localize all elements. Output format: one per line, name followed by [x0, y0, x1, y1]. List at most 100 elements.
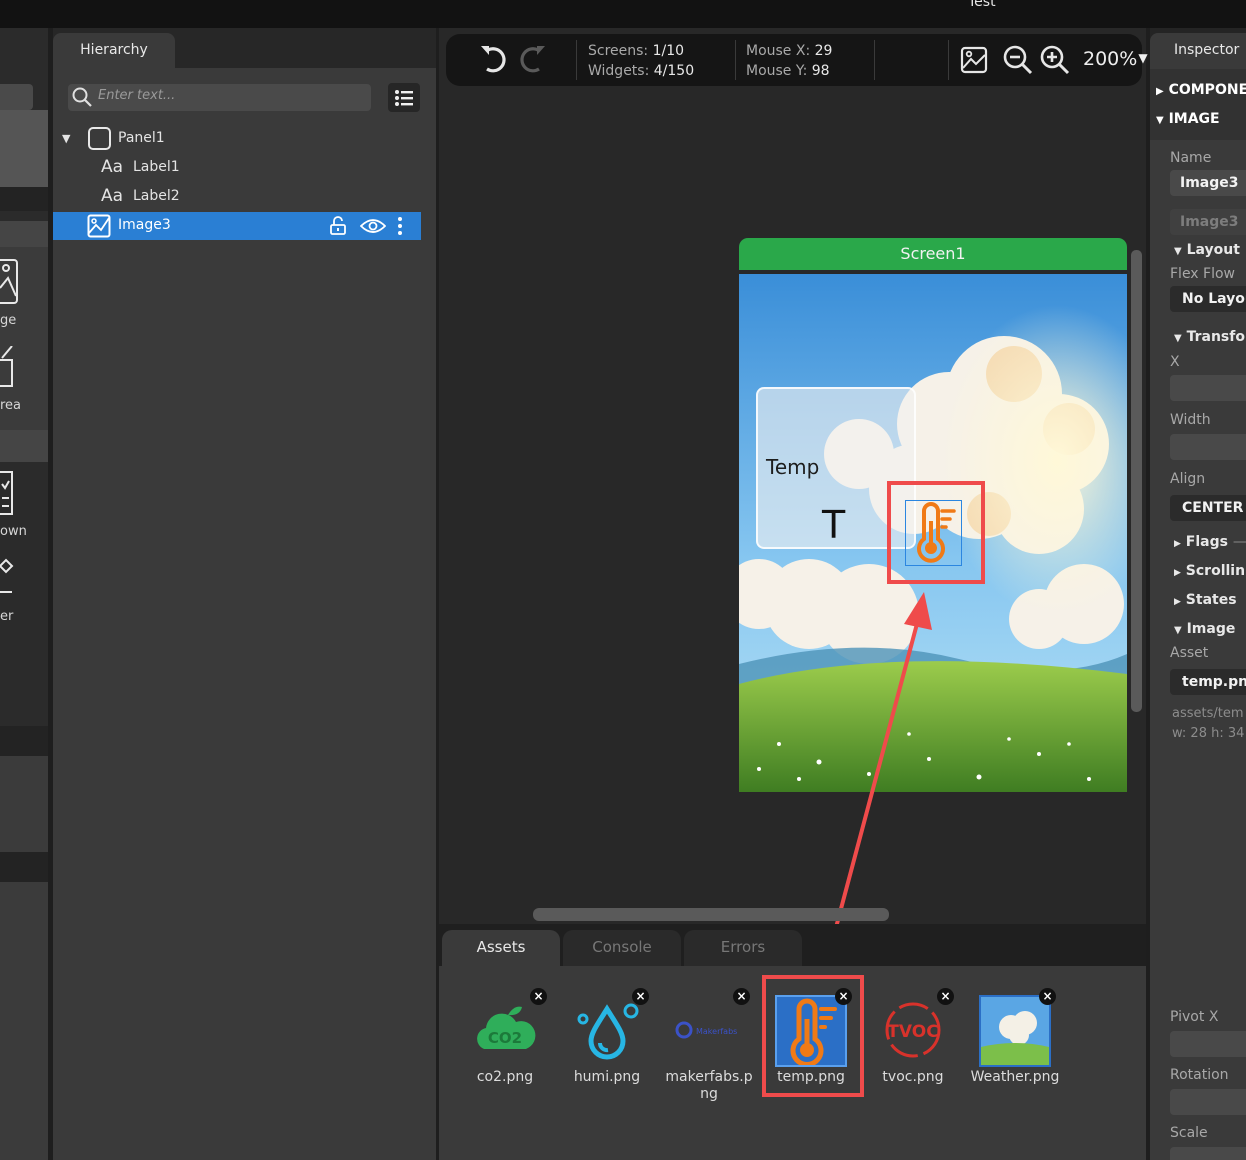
section-layout[interactable]: ▼ Layout: [1174, 242, 1240, 258]
palette-group: [0, 756, 48, 852]
tree-item-label: Label1: [133, 159, 180, 175]
scale-label: Scale: [1170, 1125, 1208, 1141]
screens-count: Screens: 1/10: [588, 43, 685, 59]
remove-asset-humi[interactable]: ×: [632, 988, 649, 1005]
expand-arrow-icon: ▶: [1174, 539, 1181, 549]
remove-asset-co2[interactable]: ×: [530, 988, 547, 1005]
x-label: X: [1170, 354, 1180, 370]
unlock-icon[interactable]: [328, 216, 348, 236]
image-widget-icon[interactable]: [0, 258, 20, 306]
label-icon: Aa: [101, 186, 124, 206]
palette-category[interactable]: [0, 221, 48, 247]
temp-card-label[interactable]: Temp: [766, 455, 819, 479]
tree-item-label: Panel1: [118, 130, 165, 146]
expand-arrow-icon: ▶: [1174, 568, 1181, 578]
asset-path-text: assets/tem: [1172, 706, 1244, 721]
asset-name: co2.png: [476, 1069, 534, 1085]
expand-arrow-icon: ▶: [1156, 86, 1164, 97]
makerfabs-logo-icon: Makerfabs: [675, 1021, 737, 1039]
widgets-count: Widgets: 4/150: [588, 63, 695, 79]
humidity-drop-icon: [577, 1003, 639, 1060]
mouse-y-readout: Mouse Y: 98: [746, 63, 830, 79]
background-image-icon[interactable]: [960, 46, 988, 74]
chevron-down-icon: ▼: [1138, 51, 1148, 65]
more-options-icon[interactable]: [396, 216, 404, 236]
label-icon: Aa: [101, 157, 124, 177]
flex-flow-select[interactable]: No Layou: [1170, 286, 1246, 312]
tvoc-icon: TVOC: [885, 1002, 941, 1058]
toolbar-divider: [948, 40, 949, 80]
eye-icon[interactable]: [360, 217, 386, 235]
weather-asset-thumbnail: [979, 995, 1051, 1067]
vertical-scrollbar[interactable]: [1131, 250, 1142, 712]
zoom-out-icon[interactable]: [1002, 44, 1034, 76]
asset-name: Weather.png: [970, 1069, 1060, 1085]
width-field[interactable]: [1170, 434, 1246, 460]
scale-field[interactable]: [1170, 1147, 1246, 1160]
tab-errors[interactable]: Errors: [684, 930, 802, 966]
slider-widget-icon[interactable]: [0, 556, 20, 604]
temp-value-label[interactable]: T: [822, 503, 845, 547]
tab-inspector[interactable]: Inspector: [1150, 33, 1246, 69]
thermometer-icon: [917, 502, 956, 563]
tree-item-label: Image3: [118, 217, 171, 233]
palette-group: [0, 882, 48, 1160]
title-bar: [0, 0, 1246, 28]
tab-hierarchy[interactable]: Hierarchy: [53, 33, 175, 69]
co2-icon-text: CO2: [488, 1029, 522, 1047]
section-components[interactable]: ▶ COMPONE: [1156, 82, 1246, 98]
pivot-x-field[interactable]: [1170, 1031, 1246, 1057]
textarea-widget-icon[interactable]: [0, 346, 20, 390]
section-flags[interactable]: ▶ Flags —: [1174, 534, 1246, 550]
asset-name: humi.png: [573, 1069, 641, 1085]
section-image-props[interactable]: ▼ Image: [1174, 621, 1235, 637]
tab-console[interactable]: Console: [563, 930, 681, 966]
undo-icon[interactable]: [478, 42, 512, 76]
tab-assets[interactable]: Assets: [442, 930, 560, 966]
screen-title-bar[interactable]: Screen1: [739, 238, 1127, 270]
section-states[interactable]: ▶ States: [1174, 592, 1237, 608]
asset-size-text: w: 28 h: 34: [1172, 726, 1245, 741]
expand-arrow-icon: ▶: [1174, 597, 1181, 607]
palette-divider: [0, 187, 48, 211]
tree-row-label1[interactable]: Aa Label1: [60, 153, 420, 182]
section-transform[interactable]: ▼ Transfo: [1174, 329, 1245, 345]
id-field[interactable]: Image3: [1170, 209, 1246, 235]
asset-label: Asset: [1170, 645, 1209, 661]
dropdown-widget-icon[interactable]: [0, 470, 20, 516]
name-field[interactable]: Image3: [1170, 170, 1246, 196]
flex-flow-label: Flex Flow: [1170, 266, 1236, 282]
window-title: Test: [968, 0, 996, 10]
rotation-field[interactable]: [1170, 1089, 1246, 1115]
redo-icon[interactable]: [514, 42, 548, 76]
palette-item-selected[interactable]: [0, 110, 48, 187]
collapse-arrow-icon[interactable]: ▼: [62, 124, 70, 153]
mouse-x-readout: Mouse X: 29: [746, 43, 833, 59]
selected-image-widget[interactable]: [905, 500, 962, 566]
palette-search[interactable]: [0, 84, 33, 110]
align-select[interactable]: CENTER: [1170, 495, 1246, 521]
zoom-in-icon[interactable]: [1039, 44, 1071, 76]
remove-asset-weather[interactable]: ×: [1039, 988, 1056, 1005]
remove-asset-makerfabs[interactable]: ×: [733, 988, 750, 1005]
palette-category[interactable]: [0, 430, 48, 462]
co2-cloud-icon: CO2: [477, 1006, 536, 1049]
x-field[interactable]: [1170, 375, 1246, 401]
tree-row-image3[interactable]: Image3: [60, 211, 420, 240]
name-label: Name: [1170, 150, 1212, 166]
remove-asset-temp[interactable]: ×: [835, 988, 852, 1005]
tree-row-panel1[interactable]: ▼ Panel1: [60, 124, 420, 153]
asset-select[interactable]: temp.pn: [1170, 669, 1246, 695]
list-icon: [395, 90, 413, 106]
remove-asset-tvoc[interactable]: ×: [937, 988, 954, 1005]
palette-label-dropdown: own: [0, 524, 27, 539]
horizontal-scrollbar[interactable]: [533, 908, 889, 921]
tree-row-label2[interactable]: Aa Label2: [60, 182, 420, 211]
zoom-level-dropdown[interactable]: 200%▼: [1083, 48, 1148, 70]
widget-palette: ge rea own er: [0, 28, 48, 1160]
list-view-button[interactable]: [388, 83, 420, 112]
image-icon: [87, 214, 111, 238]
section-scrolling[interactable]: ▶ Scrollin: [1174, 563, 1245, 579]
rotation-label: Rotation: [1170, 1067, 1229, 1083]
section-image[interactable]: ▼ IMAGE: [1156, 111, 1220, 127]
